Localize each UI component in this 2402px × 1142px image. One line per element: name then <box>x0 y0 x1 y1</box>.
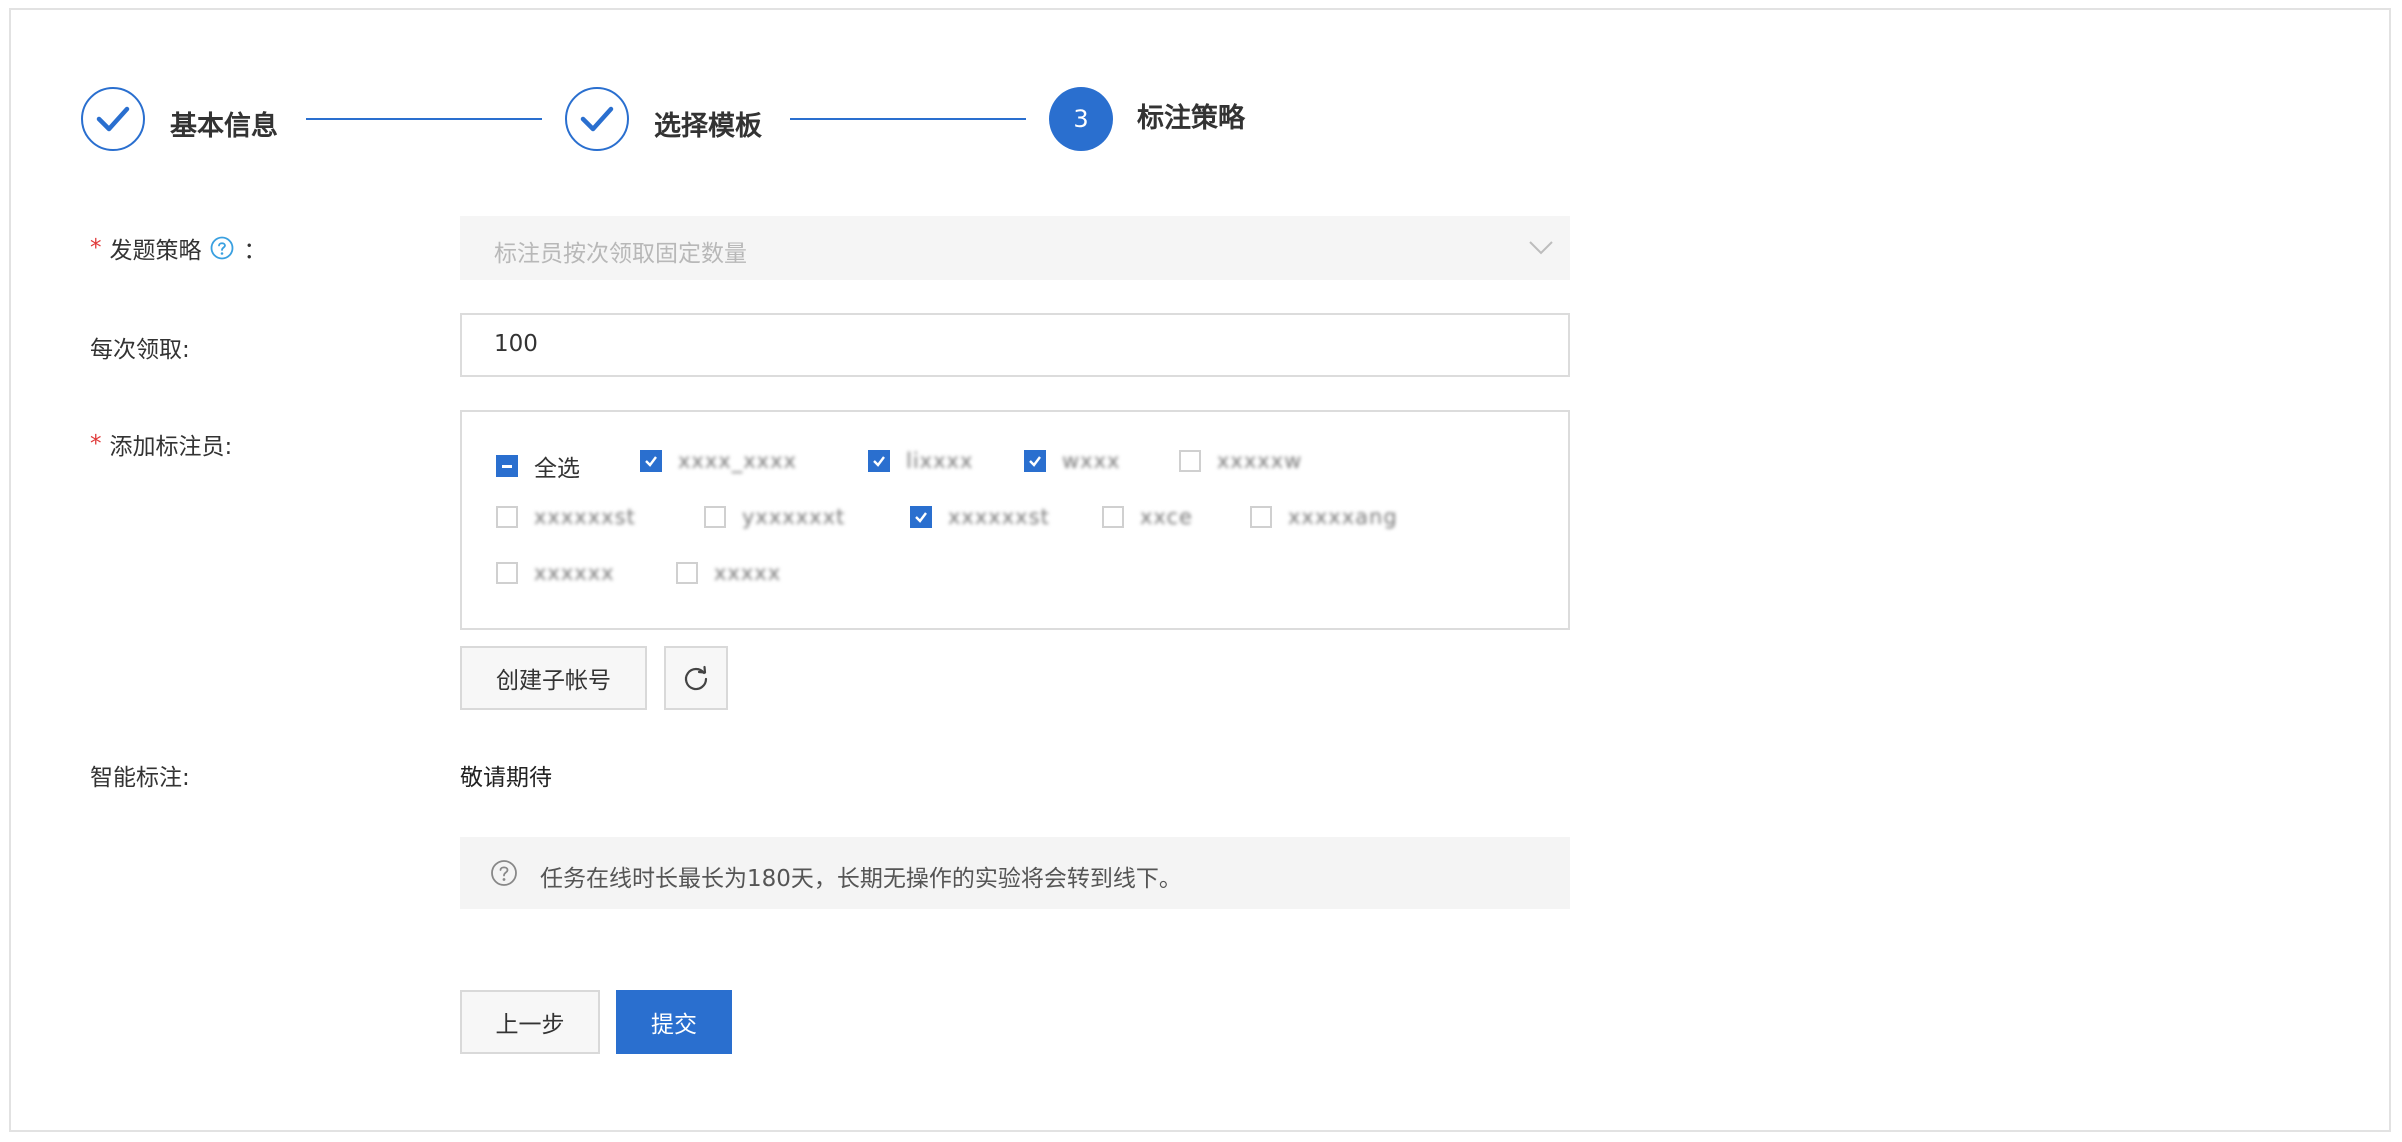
required-mark: * <box>90 431 102 457</box>
annotator-checkbox[interactable]: xxce <box>1102 505 1193 529</box>
unchecked-checkbox-icon <box>1250 506 1272 528</box>
annotator-name: yxxxxxxt <box>742 505 846 529</box>
annotator-name: wxxx <box>1062 449 1121 473</box>
question-circle-icon <box>491 860 517 886</box>
dispatch-strategy-label-text: 发题策略 <box>109 238 202 264</box>
step-3-label: 标注策略 <box>1137 103 1245 134</box>
annotator-name: xxxxxxst <box>948 505 1050 529</box>
unchecked-checkbox-icon <box>1102 506 1124 528</box>
annotator-checkbox[interactable]: xxxxxxst <box>496 505 636 529</box>
annotator-name: lixxxx <box>906 449 974 473</box>
annotator-checkbox[interactable]: lixxxx <box>868 449 973 473</box>
step-3-number: 3 <box>1049 87 1113 151</box>
annotator-checkbox[interactable]: xxxxxxst <box>910 505 1050 529</box>
dispatch-strategy-select[interactable]: 标注员按次领取固定数量 <box>460 216 1570 280</box>
refresh-button[interactable] <box>664 646 728 710</box>
per-claim-input[interactable]: 100 <box>460 313 1570 377</box>
annotator-name: xxxxxang <box>1288 505 1398 529</box>
select-all-checkbox[interactable]: 全选 <box>496 449 580 483</box>
annotator-checkbox[interactable]: xxxxxx <box>496 561 615 585</box>
smart-labeling-label: 智能标注: <box>90 765 190 791</box>
annotator-name: xxxxxxst <box>534 505 636 529</box>
select-placeholder: 标注员按次领取固定数量 <box>494 241 747 267</box>
smart-labeling-value: 敬请期待 <box>460 765 552 791</box>
unchecked-checkbox-icon <box>1179 450 1201 472</box>
annotator-name: xxxxxw <box>1217 449 1303 473</box>
notice-text: 任务在线时长最长为180天，长期无操作的实验将会转到线下。 <box>540 866 1182 892</box>
annotators-label: * 添加标注员: <box>90 427 232 461</box>
step-2-label: 选择模板 <box>654 111 762 142</box>
refresh-icon <box>684 665 708 691</box>
annotator-checkbox[interactable]: xxxx_xxxx <box>640 449 797 473</box>
prev-step-button[interactable]: 上一步 <box>460 990 600 1054</box>
notice-bar: 任务在线时长最长为180天，长期无操作的实验将会转到线下。 <box>460 837 1570 909</box>
chevron-down-icon <box>1529 241 1553 255</box>
help-icon[interactable] <box>210 236 234 260</box>
annotator-checkbox[interactable]: wxxx <box>1024 449 1120 473</box>
per-claim-label: 每次领取: <box>90 337 190 363</box>
unchecked-checkbox-icon <box>496 562 518 584</box>
annotator-checkbox[interactable]: yxxxxxxt <box>704 505 845 529</box>
unchecked-checkbox-icon <box>676 562 698 584</box>
checked-checkbox-icon <box>640 450 662 472</box>
annotator-name: xxce <box>1140 505 1193 529</box>
select-all-label: 全选 <box>534 456 580 482</box>
step-2-check-icon <box>565 87 629 151</box>
annotators-checkbox-panel: 全选 xxxx_xxxx lixxxx wxxx xxxxxw xxxxxxst… <box>460 410 1570 630</box>
annotator-checkbox[interactable]: xxxxxw <box>1179 449 1302 473</box>
step-connector-1 <box>306 118 542 120</box>
annotators-label-text: 添加标注员: <box>109 434 233 460</box>
step-1-label: 基本信息 <box>170 111 278 142</box>
create-sub-account-button[interactable]: 创建子帐号 <box>460 646 647 710</box>
step-1-check-icon <box>81 87 145 151</box>
per-claim-value: 100 <box>494 331 538 357</box>
annotator-name: xxxxx <box>714 561 782 585</box>
annotator-name: xxxx_xxxx <box>678 449 797 473</box>
checked-checkbox-icon <box>1024 450 1046 472</box>
dispatch-strategy-label: * 发题策略 ： <box>90 231 267 265</box>
annotator-name: xxxxxx <box>534 561 615 585</box>
annotator-checkbox[interactable]: xxxxx <box>676 561 781 585</box>
required-mark: * <box>90 235 102 261</box>
indeterminate-checkbox-icon <box>496 455 518 477</box>
checked-checkbox-icon <box>868 450 890 472</box>
unchecked-checkbox-icon <box>496 506 518 528</box>
colon: ： <box>243 238 267 264</box>
annotator-checkbox[interactable]: xxxxxang <box>1250 505 1398 529</box>
submit-button[interactable]: 提交 <box>616 990 732 1054</box>
checked-checkbox-icon <box>910 506 932 528</box>
unchecked-checkbox-icon <box>704 506 726 528</box>
step-connector-2 <box>790 118 1026 120</box>
